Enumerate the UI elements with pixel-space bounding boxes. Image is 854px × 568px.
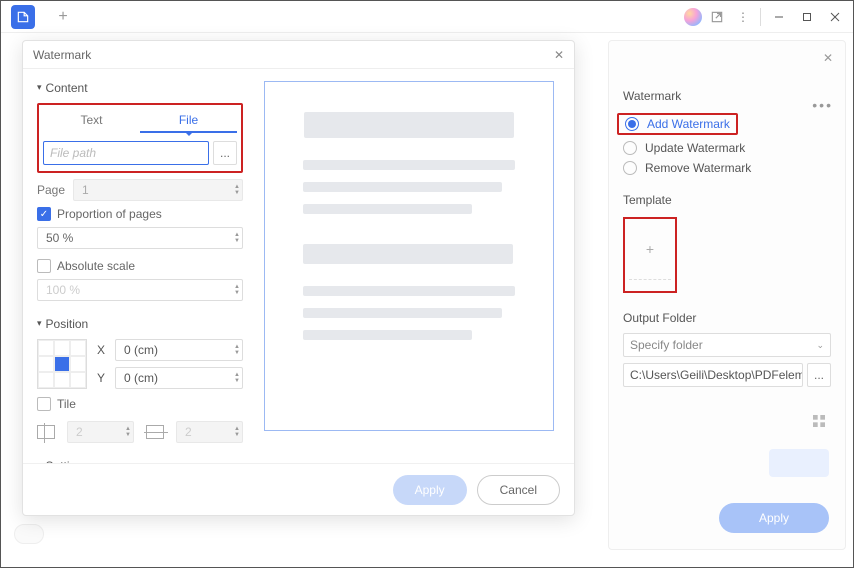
- position-center[interactable]: [54, 356, 70, 372]
- dialog-close-button[interactable]: ✕: [554, 48, 564, 62]
- tile-label: Tile: [57, 397, 76, 411]
- absolute-value: 100 % ▲▼: [37, 279, 243, 301]
- preview-pane: [253, 69, 574, 463]
- position-section-header[interactable]: ▾Position: [37, 317, 243, 331]
- window-titlebar: + ⋮: [1, 1, 853, 33]
- tile-checkbox[interactable]: [37, 397, 51, 411]
- document-preview: [264, 81, 554, 431]
- add-template-button[interactable]: +: [623, 217, 677, 293]
- tab-text[interactable]: Text: [43, 109, 140, 133]
- proportion-label: Proportion of pages: [57, 207, 162, 221]
- share-icon[interactable]: [704, 4, 730, 30]
- specify-folder-select[interactable]: Specify folder⌄: [623, 333, 831, 357]
- side-more-icon[interactable]: •••: [812, 97, 833, 113]
- grid-view-icon[interactable]: [811, 413, 827, 432]
- output-browse-button[interactable]: ...: [807, 363, 831, 387]
- absolute-label: Absolute scale: [57, 259, 135, 273]
- tab-file[interactable]: File: [140, 109, 237, 133]
- apply-button[interactable]: Apply: [393, 475, 467, 505]
- dialog-title: Watermark: [33, 48, 91, 62]
- y-offset-spinner[interactable]: 0 (cm) ▲▼: [115, 367, 243, 389]
- tile-horizontal-spinner: 2▲▼: [176, 421, 243, 443]
- watermark-dialog: Watermark ✕ ▾Content Text File File path…: [22, 40, 575, 516]
- radio-update-watermark[interactable]: Update Watermark: [623, 141, 831, 155]
- window-maximize[interactable]: [793, 3, 821, 31]
- app-logo: [11, 5, 35, 29]
- page-spinner[interactable]: 1 ▲▼: [73, 179, 243, 201]
- position-grid[interactable]: [37, 339, 87, 389]
- page-label: Page: [37, 183, 67, 197]
- tile-vertical-spinner: 2▲▼: [67, 421, 134, 443]
- proportion-value[interactable]: 50 % ▲▼: [37, 227, 243, 249]
- radio-remove-watermark[interactable]: Remove Watermark: [623, 161, 831, 175]
- ai-icon[interactable]: [684, 8, 702, 26]
- output-path-field[interactable]: C:\Users\Geili\Desktop\PDFelement\W...: [623, 363, 803, 387]
- x-label: X: [97, 343, 109, 357]
- new-tab-button[interactable]: +: [51, 5, 75, 29]
- side-title: Watermark: [623, 89, 831, 103]
- absolute-checkbox[interactable]: [37, 259, 51, 273]
- window-minimize[interactable]: [765, 3, 793, 31]
- side-apply-button[interactable]: Apply: [719, 503, 829, 533]
- radio-add-watermark[interactable]: Add Watermark: [623, 113, 831, 135]
- proportion-checkbox[interactable]: ✓: [37, 207, 51, 221]
- kebab-icon[interactable]: ⋮: [730, 4, 756, 30]
- template-label: Template: [623, 193, 831, 207]
- file-path-input[interactable]: File path: [43, 141, 209, 165]
- tile-horizontal-icon: [146, 425, 164, 439]
- background-stub: [769, 449, 829, 477]
- x-offset-spinner[interactable]: 0 (cm) ▲▼: [115, 339, 243, 361]
- cancel-button[interactable]: Cancel: [477, 475, 560, 505]
- file-browse-button[interactable]: ...: [213, 141, 237, 165]
- window-close[interactable]: [821, 3, 849, 31]
- content-section-header[interactable]: ▾Content: [37, 81, 243, 95]
- background-pill: [14, 524, 44, 544]
- y-label: Y: [97, 371, 109, 385]
- output-folder-label: Output Folder: [623, 311, 831, 325]
- highlight-box: Text File File path ...: [37, 103, 243, 173]
- side-panel: ✕ ••• Watermark Add Watermark Update Wat…: [608, 40, 846, 550]
- tile-vertical-icon: [37, 425, 55, 439]
- side-close-button[interactable]: ✕: [817, 47, 839, 69]
